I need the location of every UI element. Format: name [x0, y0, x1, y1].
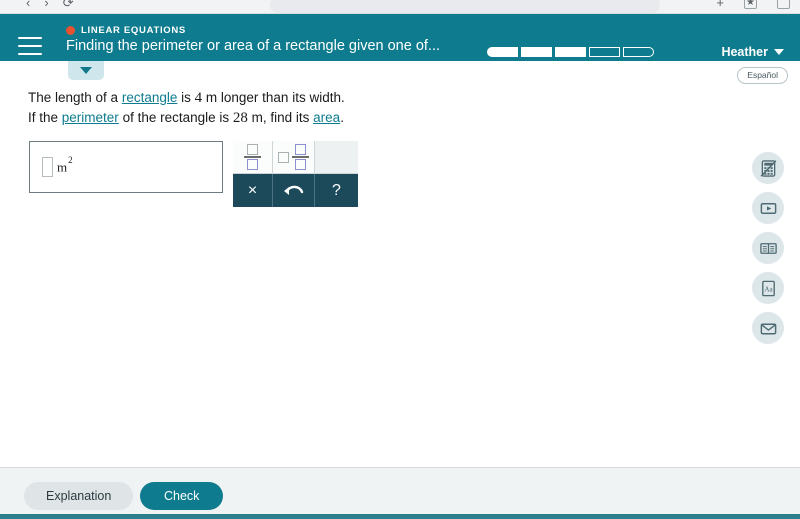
progress-segment-3 — [555, 47, 586, 57]
calculator-disabled-icon[interactable] — [752, 152, 784, 184]
fraction-template-icon — [244, 144, 261, 170]
address-bar[interactable] — [270, 0, 660, 13]
check-button[interactable]: Check — [140, 482, 224, 510]
problem-text: . — [340, 110, 344, 125]
language-toggle-button[interactable]: Español — [737, 67, 788, 84]
answer-input[interactable]: m2 — [29, 141, 223, 193]
window-icon[interactable] — [777, 0, 790, 9]
topic-label: LINEAR EQUATIONS — [81, 25, 186, 36]
empty-input-box-icon — [42, 157, 53, 177]
problem-line-1: The length of a rectangle is 4 m longer … — [28, 88, 548, 108]
problem-text: If the — [28, 110, 62, 125]
mixed-number-template-icon — [278, 144, 309, 170]
tool-rail: Aa — [752, 152, 784, 344]
undo-arrow-icon — [283, 185, 303, 195]
star-icon[interactable]: ★ — [744, 0, 757, 9]
user-menu[interactable]: Heather — [721, 45, 784, 59]
browser-chrome: ‹ › ⟳ + ★ — [0, 0, 800, 14]
math-keypad: × ? — [233, 141, 358, 207]
problem-text: of the rectangle is — [118, 110, 233, 125]
message-icon[interactable] — [752, 312, 784, 344]
browser-right-actions: + ★ — [716, 0, 790, 10]
browser-nav-buttons: ‹ › ⟳ — [26, 0, 74, 10]
clear-button[interactable]: × — [233, 174, 273, 207]
footer-accent-strip — [0, 514, 800, 519]
video-icon[interactable] — [752, 192, 784, 224]
back-arrow-icon[interactable]: ‹ — [26, 0, 30, 10]
forward-arrow-icon[interactable]: › — [44, 0, 48, 10]
hamburger-menu-icon[interactable] — [18, 37, 42, 55]
collapse-panel-tab[interactable] — [68, 61, 104, 80]
plus-icon[interactable]: + — [716, 0, 724, 10]
help-button[interactable]: ? — [315, 174, 358, 207]
topic-row: LINEAR EQUATIONS — [66, 25, 186, 36]
problem-number: 28 — [232, 110, 248, 126]
fraction-button[interactable] — [233, 141, 273, 174]
svg-text:Aa: Aa — [764, 285, 773, 293]
glossary-link-perimeter[interactable]: perimeter — [62, 110, 119, 125]
explanation-button[interactable]: Explanation — [24, 482, 134, 510]
progress-segment-1 — [487, 47, 518, 57]
problem-text: m longer than its width. — [202, 90, 345, 105]
chevron-down-icon — [774, 49, 784, 55]
topic-status-dot-icon — [66, 26, 75, 35]
glossary-link-rectangle[interactable]: rectangle — [122, 90, 178, 105]
mixed-number-button[interactable] — [273, 141, 315, 174]
glossary-icon[interactable]: Aa — [752, 272, 784, 304]
reference-book-icon[interactable] — [752, 232, 784, 264]
undo-button[interactable] — [273, 174, 315, 207]
problem-text: is — [177, 90, 195, 105]
answer-unit-label: m2 — [57, 155, 73, 175]
user-name-label: Heather — [721, 45, 768, 59]
problem-statement: The length of a rectangle is 4 m longer … — [28, 88, 548, 128]
problem-text: m, find its — [247, 110, 314, 125]
progress-segment-2 — [521, 47, 552, 57]
progress-segment-4 — [589, 47, 620, 57]
problem-line-2: If the perimeter of the rectangle is 28 … — [28, 108, 548, 128]
problem-text: The length of a — [28, 90, 122, 105]
triangle-down-icon — [80, 67, 92, 74]
glossary-link-area[interactable]: area — [313, 110, 340, 125]
keypad-empty-slot — [315, 141, 358, 174]
reload-icon[interactable]: ⟳ — [63, 0, 74, 10]
progress-segment-5 — [623, 47, 654, 57]
page-title: Finding the perimeter or area of a recta… — [66, 38, 440, 54]
app-header: LINEAR EQUATIONS Finding the perimeter o… — [0, 14, 800, 61]
progress-bar — [487, 47, 654, 57]
